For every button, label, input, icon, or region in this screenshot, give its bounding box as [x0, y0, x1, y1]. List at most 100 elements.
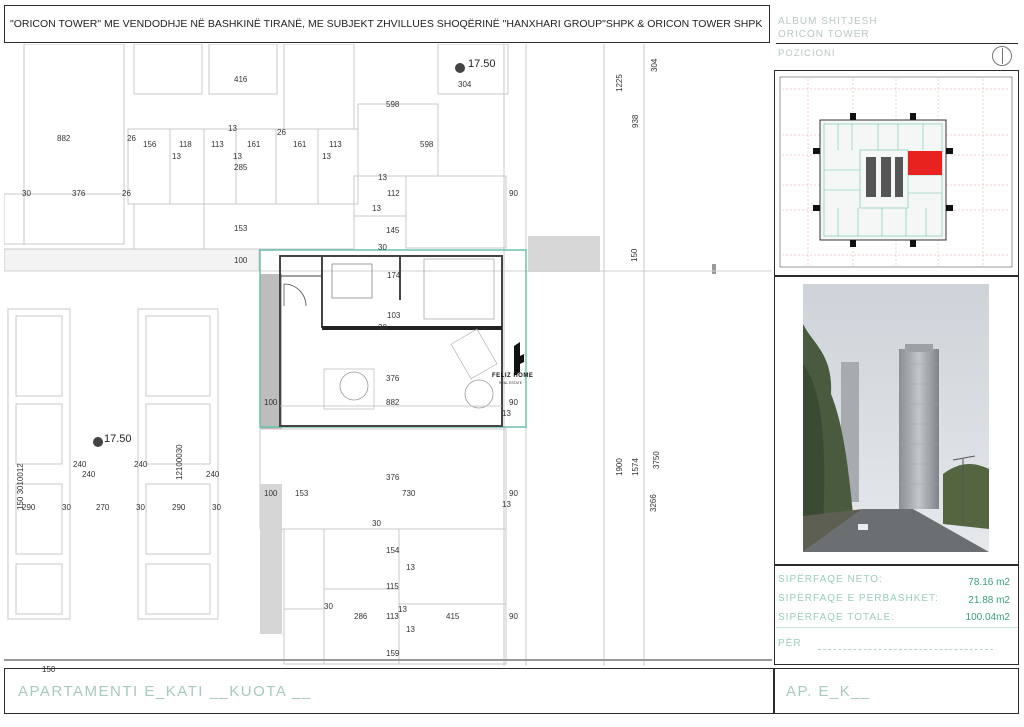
dimension-label: 115 [386, 582, 399, 591]
dimension-label: 13 [502, 500, 511, 509]
dimension-label: 376 [386, 374, 400, 383]
dimension-label: 26 [122, 189, 131, 198]
header-divider [776, 43, 1018, 44]
dimension-label: 1900 [615, 458, 624, 476]
dimension-label: 145 [386, 226, 400, 235]
dimension-label: 13 [372, 204, 381, 213]
dimension-label: 12100030 [175, 444, 184, 480]
dimension-label: 13 [406, 563, 415, 572]
dimension-label: 150 3010012 [16, 463, 25, 510]
dimension-label: 153 [234, 224, 248, 233]
dimension-label: 286 [354, 612, 368, 621]
dimension-label: 13 [322, 152, 331, 161]
apartment-label: APARTAMENTI E_KATI __KUOTA __ [18, 683, 312, 700]
dimension-label: 30 [378, 323, 387, 332]
dimension-label: 161 [293, 140, 307, 149]
album-subtitle: ORICON TOWER [778, 29, 870, 40]
dimension-label: 1574 [631, 458, 640, 476]
dimension-label: 376 [72, 189, 86, 198]
dimension-label: 174 [387, 271, 401, 280]
dimension-label: 161 [247, 140, 261, 149]
dimension-label: 270 [96, 503, 110, 512]
elevation-label-top: 17.50 [468, 58, 496, 70]
dimension-label: 100 [264, 398, 278, 407]
dimension-label: 90 [509, 189, 518, 198]
per-signature-line [818, 649, 993, 650]
elevation-label-left: 17.50 [104, 433, 132, 445]
dimension-label: 26 [277, 128, 286, 137]
album-title: ALBUM SHITJESH [778, 16, 878, 27]
dimension-label: 938 [631, 114, 640, 128]
dimension-label: 100 [264, 489, 278, 498]
dimension-label: 3750 [652, 451, 661, 469]
selected-apartment-highlight [908, 151, 942, 175]
dimension-label: 100 [234, 256, 248, 265]
dimension-label: 30 [324, 602, 333, 611]
north-arrow-icon [992, 46, 1012, 66]
dimension-label: 730 [402, 489, 416, 498]
dimension-label: 240 [134, 460, 148, 469]
floor-plan [4, 44, 772, 666]
dimension-label: 13 [172, 152, 181, 161]
dimension-label: 103 [387, 311, 401, 320]
dimension-label: 118 [179, 140, 192, 149]
dimension-label: 13 [378, 173, 387, 182]
dimension-label: 113 [329, 140, 342, 149]
dimension-label: 882 [57, 134, 71, 143]
dimension-label: 376 [386, 473, 400, 482]
dimension-label: 882 [386, 398, 400, 407]
dimension-label: 598 [420, 140, 434, 149]
dimension-label: 113 [211, 140, 224, 149]
elevation-marker-top [455, 63, 465, 73]
dimension-label: 150 [42, 665, 56, 674]
dimension-label: 30 [212, 503, 221, 512]
brand-tagline: REAL ESTATE [499, 381, 523, 385]
apartment-code: AP. E_K__ [786, 683, 871, 700]
dimension-label: 13 [228, 124, 237, 133]
dimension-label: 1225 [615, 74, 624, 92]
position-label: POZICIONI [778, 48, 836, 59]
feliz-home-logo-icon [514, 342, 524, 376]
area-total-label: SIPËRFAQE TOTALE: [778, 612, 896, 623]
elevation-marker-left [93, 437, 103, 447]
dimension-label: 90 [509, 612, 518, 621]
tower-key-plan [779, 76, 1013, 268]
dimension-label: 154 [386, 546, 400, 555]
dimension-label: 113 [386, 612, 399, 621]
dimension-label: 240 [82, 470, 96, 479]
dimension-label: 153 [295, 489, 309, 498]
dimension-label: 30 [62, 503, 71, 512]
dimension-label: 290 [172, 503, 186, 512]
dimension-label: 285 [234, 163, 248, 172]
dimension-label: 240 [206, 470, 220, 479]
dimension-label: 30 [136, 503, 145, 512]
dimension-label: 150 [630, 248, 639, 262]
dimension-label: 90 [509, 398, 518, 407]
dimension-label: 112 [387, 189, 400, 198]
dimension-label: 13 [502, 409, 511, 418]
area-total-underline [776, 627, 1018, 628]
dimension-label: 304 [458, 80, 472, 89]
dimension-label: 304 [650, 58, 659, 72]
dimension-label: 416 [234, 75, 248, 84]
dimension-label: 3266 [649, 494, 658, 512]
dimension-label: 13 [398, 605, 407, 614]
dimension-label: 30 [372, 519, 381, 528]
tower-photo [803, 284, 989, 552]
area-neto-label: SIPËRFAQE NETO: [778, 574, 883, 585]
area-common-value: 21.88 m2 [968, 595, 1010, 606]
document-title: "ORICON TOWER" ME VENDODHJE NË BASHKINË … [10, 18, 763, 30]
dimension-label: 30 [22, 189, 31, 198]
area-total-value: 100.04m2 [965, 612, 1010, 623]
dimension-label: 90 [509, 489, 518, 498]
dimension-label: 159 [386, 649, 400, 658]
dimension-label: 13 [406, 625, 415, 634]
dimension-label: 13 [233, 152, 242, 161]
dimension-label: 598 [386, 100, 400, 109]
dimension-label: 156 [143, 140, 157, 149]
per-label: PËR [778, 638, 802, 649]
brand-name: FELIZ HOME [492, 373, 534, 379]
dimension-label: 30 [378, 243, 387, 252]
dimension-label: 415 [446, 612, 460, 621]
area-common-label: SIPËRFAQE E PERBASHKET: [778, 593, 939, 604]
